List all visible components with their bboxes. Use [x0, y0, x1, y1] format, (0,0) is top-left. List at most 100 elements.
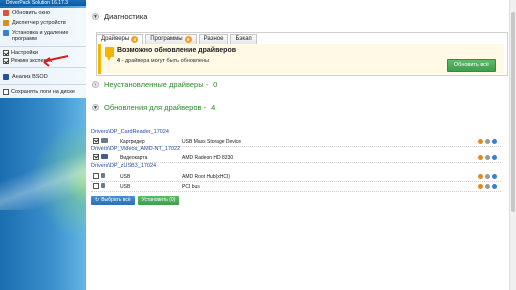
tab-programs[interactable]: Программы 9 [145, 34, 197, 44]
row-category: USB [120, 173, 131, 180]
video-card-icon [101, 154, 109, 161]
row-category: Картридер [120, 138, 145, 145]
row-checkbox[interactable] [93, 137, 99, 146]
sidebar-item-programs[interactable]: Установка и удаление программ [0, 28, 86, 44]
row-checkbox-box[interactable] [93, 182, 99, 189]
warning-flag-icon [105, 47, 114, 61]
row-actions [478, 139, 497, 144]
main-panel: ▼ Диагностика Драйверы 4 Программы 9 Раз… [86, 0, 516, 290]
row-checkbox[interactable] [93, 182, 99, 191]
select-all-button[interactable]: ↻ Выбрать всё [91, 196, 135, 205]
device-glyph-icon [101, 183, 105, 188]
device-glyph-icon [101, 173, 105, 178]
row-device: AMD Root Hub(xHCI) [182, 173, 231, 180]
alert-subtitle-text: - драйвера могут быть обновлены [120, 58, 209, 64]
red-arrow-annotation-icon [43, 55, 69, 67]
table-row[interactable]: USB AMD Root Hub(xHCI) [91, 172, 501, 182]
alert-subtitle: 4 - драйвера могут быть обновлены [117, 58, 209, 64]
tab-badge: 9 [184, 36, 192, 43]
scrollbar-thumb[interactable] [511, 12, 515, 212]
not-installed-count: 0 [213, 80, 218, 89]
row-actions [478, 184, 497, 189]
sidebar-streak [0, 150, 86, 210]
settings-label: Настройки [11, 50, 38, 56]
tab-drivers[interactable]: Драйверы 4 [96, 34, 144, 44]
row-checkbox-box[interactable] [93, 172, 99, 179]
row-checkbox[interactable] [93, 172, 99, 181]
sidebar-item-label: Диспетчер устройств [12, 20, 66, 26]
usb-icon [101, 173, 109, 180]
row-checkbox[interactable] [93, 153, 99, 162]
sidebar-item-refresh[interactable]: Обновить окно [0, 8, 86, 18]
divider [0, 84, 86, 85]
sidebar-item-label: Обновить окно [12, 10, 50, 16]
table-row[interactable]: Видеокарта AMD Radeon HD 8330 [91, 153, 501, 163]
row-device: AMD Radeon HD 8330 [182, 154, 234, 161]
row-category: Видеокарта [120, 154, 148, 161]
sidebar-item-device-manager[interactable]: Диспетчер устройств [0, 18, 86, 28]
driver-group-title[interactable]: Drivers\DP_zUSB3_17024 [91, 163, 156, 169]
select-all-label: Выбрать всё [101, 197, 131, 203]
globe-icon[interactable] [492, 184, 497, 189]
expert-mode-checkbox[interactable] [3, 58, 9, 64]
row-device: PCI bus [182, 183, 200, 190]
row-category: USB [120, 183, 131, 190]
search-icon[interactable] [485, 184, 490, 189]
programs-icon [3, 30, 9, 36]
chevron-right-icon[interactable]: › [92, 81, 99, 88]
search-icon[interactable] [485, 174, 490, 179]
not-installed-label: Неустановленные драйверы - [104, 80, 209, 89]
usb-icon [101, 183, 109, 190]
search-icon[interactable] [485, 155, 490, 160]
card-reader-icon [101, 138, 109, 145]
device-glyph-icon [101, 154, 108, 159]
row-checkbox-box[interactable] [93, 137, 99, 144]
tab-label: Драйверы [101, 36, 130, 42]
refresh-icon: ↻ [95, 197, 100, 203]
divider [0, 46, 86, 47]
tab-misc[interactable]: Разное [198, 34, 229, 44]
info-icon[interactable] [478, 174, 483, 179]
info-icon[interactable] [478, 155, 483, 160]
row-actions [478, 174, 497, 179]
tab-badge: 4 [131, 36, 139, 43]
updates-section[interactable]: ▼ Обновления для драйверов - 4 [92, 103, 215, 112]
update-all-button[interactable]: Обновить всё [446, 59, 496, 72]
updates-label: Обновления для драйверов - [104, 103, 207, 112]
install-button[interactable]: Установить (0) [137, 196, 180, 205]
chevron-down-icon[interactable]: ▼ [92, 104, 99, 111]
info-icon[interactable] [478, 139, 483, 144]
save-logs-checkbox[interactable] [3, 89, 9, 95]
settings-checkbox[interactable] [3, 50, 9, 56]
globe-icon[interactable] [492, 174, 497, 179]
driver-group-title[interactable]: Drivers\DP_Videos_AMD-NT_17022 [91, 146, 180, 152]
bsod-icon [3, 74, 9, 80]
scrollbar[interactable] [509, 0, 516, 290]
tab-backup[interactable]: Бэкап [230, 34, 257, 44]
driver-group-title[interactable]: Drivers\DP_CardReader_17024 [91, 129, 169, 135]
globe-icon[interactable] [492, 155, 497, 160]
device-manager-icon [3, 20, 9, 26]
tab-label: Бэкап [235, 36, 252, 42]
globe-icon[interactable] [492, 139, 497, 144]
diagnostics-title: Диагностика [104, 12, 148, 21]
search-icon[interactable] [485, 139, 490, 144]
chevron-down-icon[interactable]: ▼ [92, 13, 99, 20]
save-logs-label: Сохранять логи на диске [11, 89, 75, 95]
sidebar-item-bsod[interactable]: Анализ BSOD [0, 72, 86, 82]
tab-label: Программы [150, 36, 183, 42]
tab-label: Разное [203, 36, 224, 42]
info-icon[interactable] [478, 184, 483, 189]
alert-title: Возможно обновление драйверов [117, 47, 237, 54]
table-row[interactable]: USB PCI bus [91, 182, 501, 192]
not-installed-section[interactable]: › Неустановленные драйверы - 0 [92, 80, 217, 89]
row-checkbox-box[interactable] [93, 153, 99, 160]
sidebar-item-label: Анализ BSOD [12, 74, 48, 80]
updates-count: 4 [211, 103, 216, 112]
sidebar-item-label: Установка и удаление программ [12, 30, 69, 42]
diagnostics-section[interactable]: ▼ Диагностика [92, 12, 147, 21]
save-logs-checkbox-row[interactable]: Сохранять логи на диске [0, 88, 86, 96]
bottom-actions: ↻ Выбрать всё Установить (0) [91, 196, 180, 205]
window-title: DriverPack Solution 16.17.3 [0, 0, 86, 6]
update-alert: Возможно обновление драйверов 4 - драйве… [98, 44, 504, 74]
